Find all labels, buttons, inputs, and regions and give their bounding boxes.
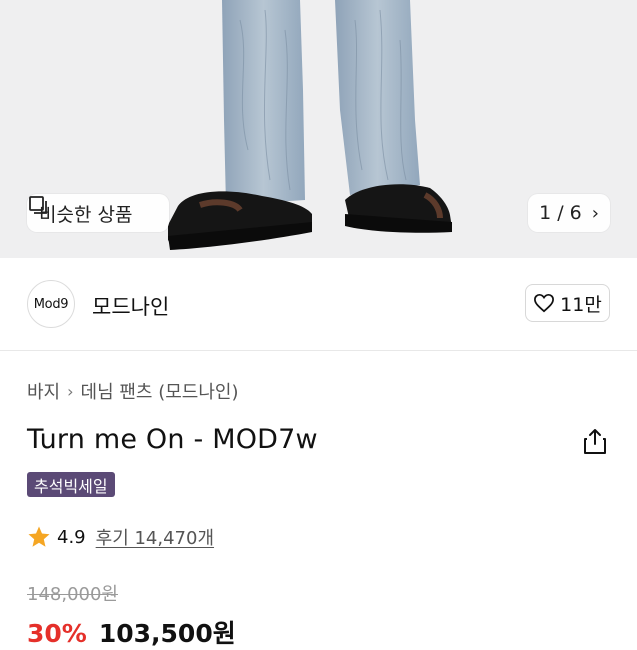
similar-items-icon xyxy=(29,196,47,214)
breadcrumb-item-subcategory[interactable]: 데님 팬츠 (모드나인) xyxy=(81,378,239,404)
breadcrumb: 바지 › 데님 팬츠 (모드나인) xyxy=(27,378,239,404)
like-count: 11만 xyxy=(560,293,602,316)
breadcrumb-item-category[interactable]: 바지 xyxy=(27,378,60,404)
similar-items-button[interactable]: 비슷한 상품 xyxy=(27,194,169,232)
share-icon[interactable] xyxy=(582,427,608,455)
image-pager[interactable]: 1 / 6 › xyxy=(528,194,610,232)
pager-text: 1 / 6 xyxy=(539,202,582,224)
reviews-link[interactable]: 후기 14,470개 xyxy=(96,524,214,550)
heart-icon xyxy=(534,293,555,313)
chevron-right-icon: › xyxy=(591,202,599,224)
product-image[interactable]: 비슷한 상품 1 / 6 › xyxy=(0,0,637,258)
original-price: 148,000원 xyxy=(27,584,118,605)
brand-logo[interactable]: Mod9 xyxy=(27,280,75,328)
brand-logo-text: Mod9 xyxy=(33,296,69,312)
sale-price-row: 30% 103,500원 xyxy=(27,614,236,650)
similar-items-label: 비슷한 상품 xyxy=(39,203,133,226)
rating-row: 4.9 후기 14,470개 xyxy=(27,524,214,550)
brand-name[interactable]: 모드나인 xyxy=(92,291,169,321)
brand-row: Mod9 모드나인 11만 xyxy=(0,258,637,351)
chevron-right-icon: › xyxy=(67,381,74,401)
sale-price: 103,500원 xyxy=(98,619,236,648)
promo-badge: 추석빅세일 xyxy=(27,472,115,497)
product-title: Turn me On - MOD7w xyxy=(27,424,318,455)
rating-score: 4.9 xyxy=(57,526,86,548)
like-button[interactable]: 11만 xyxy=(525,284,610,322)
star-icon xyxy=(28,526,50,547)
discount-rate: 30% xyxy=(27,619,87,648)
